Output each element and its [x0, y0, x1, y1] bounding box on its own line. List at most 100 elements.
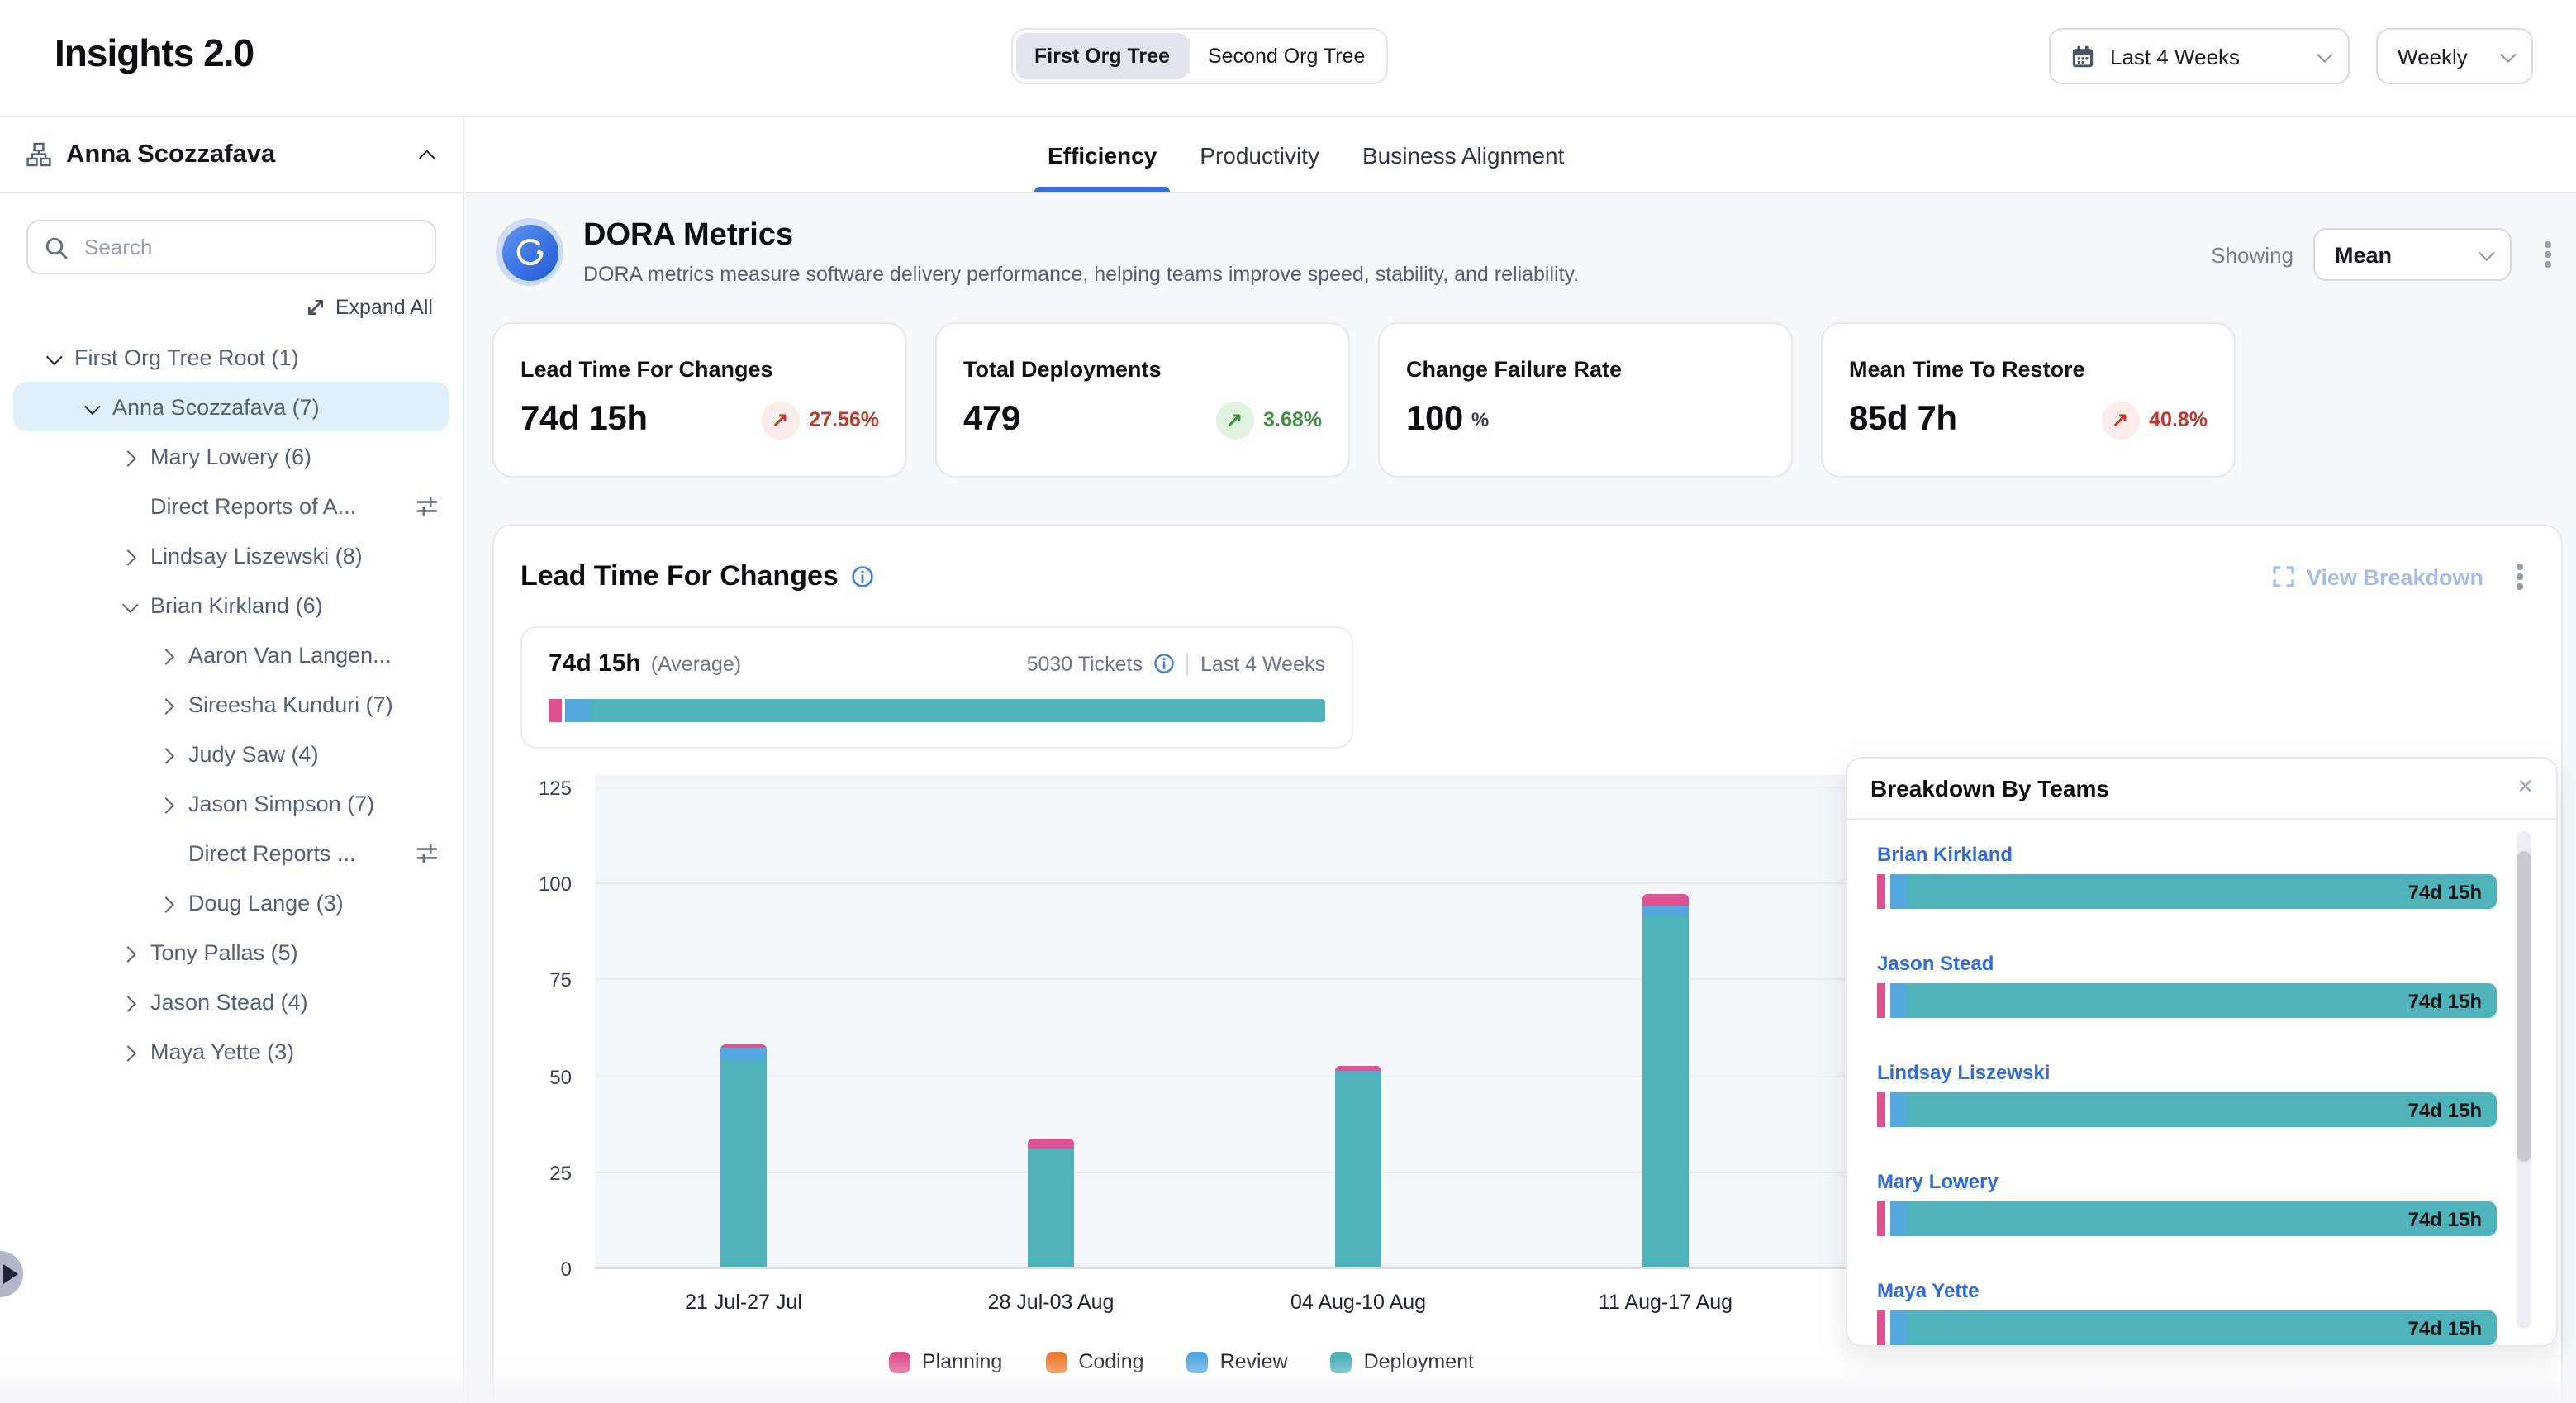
chevron-right-icon[interactable] [117, 1041, 137, 1061]
legend-label: Planning [922, 1350, 1002, 1373]
bar-segment-deployment: 74d 15h [1907, 874, 2497, 909]
team-phase-bar[interactable]: 74d 15h [1877, 1092, 2497, 1127]
chevron-right-icon[interactable] [155, 744, 175, 763]
chevron-right-icon[interactable] [117, 992, 137, 1011]
tree-item[interactable]: Direct Reports ... [13, 828, 449, 877]
tree-item[interactable]: Jason Stead (4) [13, 977, 449, 1026]
tree-item-label: Doug Lange (3) [188, 890, 344, 915]
search-input[interactable] [81, 233, 418, 261]
chevron-right-icon[interactable] [155, 892, 175, 912]
tree-item[interactable]: Brian Kirkland (6) [13, 580, 449, 630]
tree-item[interactable]: Aaron Van Langen... [13, 630, 449, 679]
chevron-down-icon[interactable] [117, 595, 137, 615]
lead-time-menu-button[interactable] [2505, 550, 2535, 603]
bar-segment-review [1890, 874, 1907, 909]
metric-value: 100 [1406, 400, 1463, 440]
chevron-down-icon[interactable] [41, 347, 61, 367]
stacked-bar[interactable] [1335, 1066, 1381, 1267]
main-area: Efficiency Productivity Business Alignment… [466, 117, 2576, 1403]
tree-item[interactable]: Jason Simpson (7) [13, 778, 449, 828]
trend-up-arrow-icon: ↗ [1215, 401, 1253, 439]
toggle-option[interactable]: First Org Tree [1016, 33, 1188, 79]
legend-item[interactable]: Coding [1045, 1350, 1143, 1373]
chevron-placeholder [117, 496, 137, 516]
bar-segment-review [1890, 1092, 1907, 1127]
chevron-right-icon[interactable] [117, 446, 137, 466]
team-value: 74d 15h [2408, 1098, 2482, 1121]
chevron-right-icon[interactable] [155, 694, 175, 714]
showing-control: Showing Mean [2211, 228, 2563, 281]
tree-item-label: Judy Saw (4) [188, 741, 319, 766]
close-icon[interactable]: × [2517, 775, 2533, 801]
legend-item[interactable]: Deployment [1331, 1350, 1474, 1373]
tab-productivity[interactable]: Productivity [1200, 117, 1319, 192]
team-link[interactable]: Mary Lowery [1877, 1170, 2497, 1193]
tree-item[interactable]: Anna Scozzafava (7) [13, 382, 449, 431]
stacked-bar[interactable] [720, 1044, 767, 1267]
app-title: Insights 2.0 [55, 31, 254, 76]
tree-item[interactable]: Maya Yette (3) [13, 1026, 449, 1076]
collapse-sidebar-icon[interactable] [419, 150, 435, 166]
metric-title: Lead Time For Changes [520, 357, 879, 382]
team-link[interactable]: Maya Yette [1877, 1279, 2497, 1302]
trend-badge: ↗3.68% [1215, 401, 1322, 439]
tree-item[interactable]: Lindsay Liszewski (8) [13, 530, 449, 580]
breakdown-row: Maya Yette 74d 15h [1877, 1279, 2497, 1345]
bar-segment-deployment: 74d 15h [1907, 983, 2497, 1018]
info-icon[interactable] [852, 565, 875, 588]
team-link[interactable]: Lindsay Liszewski [1877, 1061, 2497, 1084]
date-range-select[interactable]: Last 4 Weeks [2049, 28, 2350, 84]
chevron-right-icon[interactable] [117, 942, 137, 962]
dora-titles: DORA Metrics DORA metrics measure softwa… [583, 218, 2211, 286]
bar-segment-deployment [720, 1062, 767, 1267]
aggregation-select[interactable]: Mean [2313, 228, 2512, 281]
metric-card: Lead Time For Changes74d 15h↗27.56% [492, 322, 907, 478]
team-phase-bar[interactable]: 74d 15h [1877, 983, 2497, 1018]
stacked-bar[interactable] [1028, 1139, 1074, 1267]
tree-item-label: First Org Tree Root (1) [74, 345, 299, 369]
granularity-select[interactable]: Weekly [2376, 28, 2533, 84]
bar-segment-planning [1877, 874, 1885, 909]
dora-menu-button[interactable] [2533, 228, 2563, 281]
panel-scrollbar[interactable] [2517, 831, 2531, 1329]
tree-item-label: Jason Stead (4) [150, 989, 308, 1014]
tree-item[interactable]: Doug Lange (3) [13, 877, 449, 927]
expand-all-button[interactable]: Expand All [30, 296, 433, 319]
team-phase-bar[interactable]: 74d 15h [1877, 874, 2497, 909]
chevron-down-icon[interactable] [79, 397, 99, 416]
filter-sliders-icon[interactable] [416, 495, 438, 516]
chevron-right-icon[interactable] [117, 545, 137, 565]
tree-item[interactable]: Mary Lowery (6) [13, 431, 449, 481]
chevron-right-icon[interactable] [155, 793, 175, 813]
tree-item[interactable]: Sireesha Kunduri (7) [13, 679, 449, 729]
team-phase-bar[interactable]: 74d 15h [1877, 1310, 2497, 1345]
avg-segment-review [564, 699, 591, 722]
view-breakdown-label: View Breakdown [2307, 564, 2483, 589]
tree-item[interactable]: Tony Pallas (5) [13, 927, 449, 977]
tree-item[interactable]: First Org Tree Root (1) [13, 332, 449, 382]
stacked-bar[interactable] [1642, 894, 1689, 1267]
chevron-right-icon[interactable] [155, 644, 175, 664]
org-tree: First Org Tree Root (1) Anna Scozzafava (… [0, 332, 463, 1076]
tab-efficiency[interactable]: Efficiency [1048, 117, 1157, 192]
legend-item[interactable]: Review [1187, 1350, 1288, 1373]
app: Insights 2.0 First Org TreeSecond Org Tr… [0, 0, 2576, 1403]
toggle-option[interactable]: Second Org Tree [1190, 33, 1383, 79]
x-axis-label: 04 Aug-10 Aug [1290, 1291, 1426, 1314]
bar-segment-review [1890, 983, 1907, 1018]
info-icon[interactable] [1154, 653, 1176, 674]
chevron-down-icon [2479, 244, 2495, 260]
bar-segment-planning [1877, 983, 1885, 1018]
scrollbar-thumb[interactable] [2517, 851, 2531, 1162]
tab-business-alignment[interactable]: Business Alignment [1362, 117, 1564, 192]
view-breakdown-button[interactable]: View Breakdown [2272, 564, 2483, 589]
team-link[interactable]: Jason Stead [1877, 952, 2497, 975]
tree-item[interactable]: Judy Saw (4) [13, 729, 449, 778]
team-link[interactable]: Brian Kirkland [1877, 843, 2497, 866]
legend-item[interactable]: Planning [889, 1350, 1002, 1373]
legend-swatch [1331, 1351, 1352, 1372]
tree-item[interactable]: Direct Reports of A... [13, 481, 449, 530]
team-phase-bar[interactable]: 74d 15h [1877, 1201, 2497, 1236]
filter-sliders-icon[interactable] [416, 842, 438, 863]
y-axis-tick: 75 [549, 969, 572, 992]
